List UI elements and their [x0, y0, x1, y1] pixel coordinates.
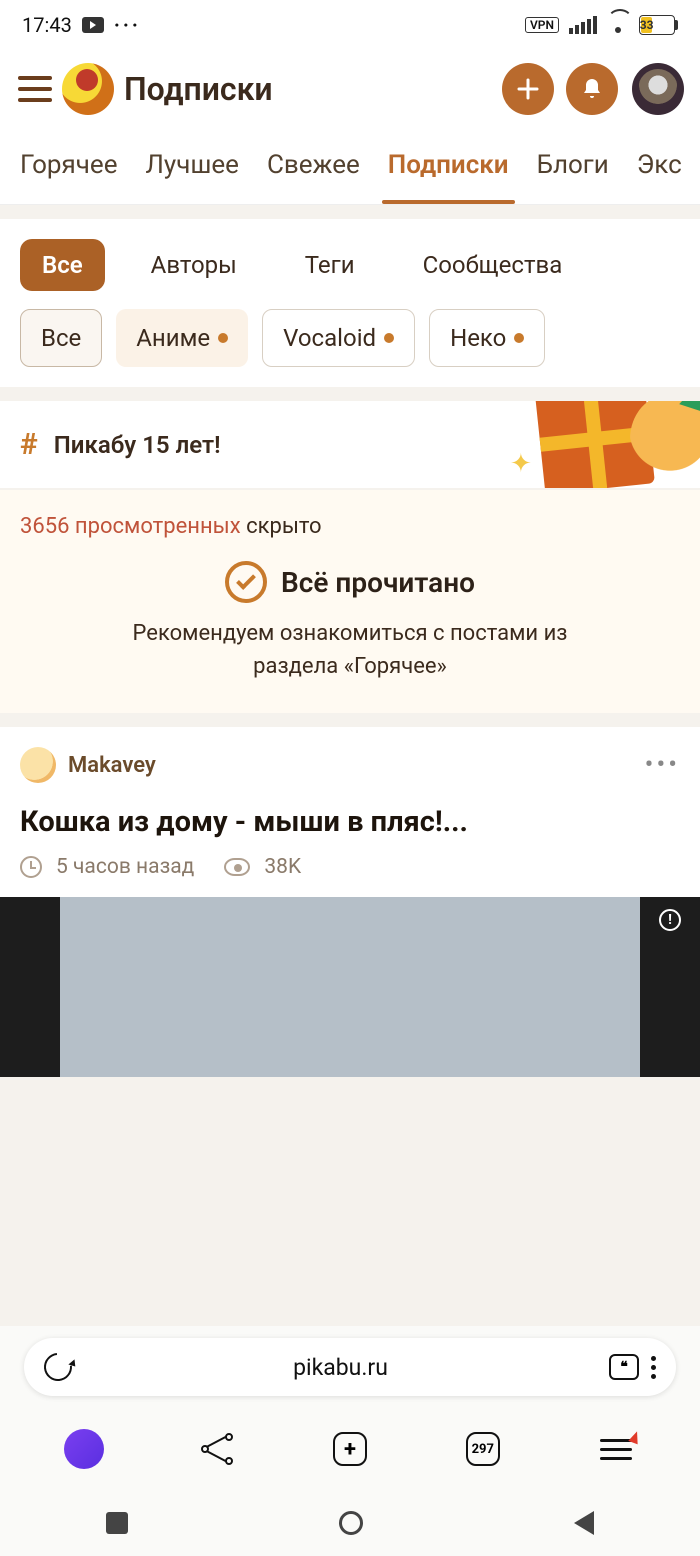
tab-best[interactable]: Лучшее [132, 128, 253, 204]
filter-communities[interactable]: Сообщества [401, 239, 585, 291]
tab-hot[interactable]: Горячее [6, 128, 132, 204]
recommend-text: Рекомендуем ознакомиться с постами из ра… [20, 617, 680, 683]
battery-indicator: 33 [639, 15, 678, 35]
tab-count-badge: 297 [466, 1432, 500, 1466]
browser-settings-button[interactable] [588, 1421, 644, 1477]
post-author-avatar[interactable] [20, 747, 56, 783]
tab-extra[interactable]: Экс [623, 128, 696, 204]
dot-icon [384, 333, 394, 343]
banner-text: Пикабу 15 лет! [54, 431, 221, 459]
viewed-block: 3656 просмотренных скрыто Всё прочитано … [0, 490, 700, 713]
done-text: Всё прочитано [281, 566, 475, 599]
post-title[interactable]: Кошка из дому - мыши в пляс!... [20, 805, 680, 839]
tab-fresh[interactable]: Свежее [253, 128, 374, 204]
gift-illustration: ✦ [540, 401, 700, 488]
add-button[interactable] [502, 63, 554, 115]
bell-icon [581, 77, 603, 101]
signal-icon [569, 16, 597, 34]
status-bar: 17:43 ··· VPN 33 [0, 0, 700, 50]
filter-authors[interactable]: Авторы [129, 239, 259, 291]
chip-vocaloid-label: Vocaloid [283, 324, 376, 352]
recent-apps-button[interactable] [106, 1512, 128, 1534]
share-button[interactable] [189, 1421, 245, 1477]
tab-blogs[interactable]: Блоги [523, 128, 623, 204]
post-meta: 5 часов назад 38K [20, 855, 680, 879]
alice-button[interactable] [56, 1421, 112, 1477]
chip-neko[interactable]: Неко [429, 309, 545, 367]
notifications-button[interactable] [566, 63, 618, 115]
plus-icon [517, 78, 539, 100]
post-views: 38K [264, 855, 301, 879]
anniversary-banner[interactable]: # Пикабу 15 лет! ✦ [0, 401, 700, 488]
clock-icon [20, 856, 42, 878]
address-url[interactable]: pikabu.ru [72, 1354, 609, 1381]
browser-menu-button[interactable] [651, 1356, 656, 1379]
dot-icon [218, 333, 228, 343]
chip-neko-label: Неко [450, 324, 506, 352]
eye-icon [224, 858, 250, 876]
menu-button[interactable] [8, 62, 62, 116]
browser-address-bar: pikabu.ru ❝ [0, 1326, 700, 1408]
share-icon [201, 1433, 233, 1465]
browser-bottom-nav: + 297 [0, 1408, 700, 1490]
address-pill[interactable]: pikabu.ru ❝ [24, 1338, 676, 1396]
dot-icon [514, 333, 524, 343]
viewed-line: 3656 просмотренных скрыто [20, 514, 680, 539]
chip-vocaloid[interactable]: Vocaloid [262, 309, 415, 367]
post-menu-button[interactable]: ••• [645, 750, 680, 780]
nav-tabs: Горячее Лучшее Свежее Подписки Блоги Экс [0, 128, 700, 205]
chip-all[interactable]: Все [20, 309, 102, 367]
reader-mode-icon[interactable]: ❝ [609, 1354, 639, 1380]
check-circle-icon [225, 561, 267, 603]
plus-square-icon: + [333, 1432, 367, 1466]
post-card: Makavey ••• Кошка из дому - мыши в пляс!… [0, 727, 700, 1077]
new-tab-button[interactable]: + [322, 1421, 378, 1477]
tabs-button[interactable]: 297 [455, 1421, 511, 1477]
menu-lines-icon [600, 1439, 632, 1460]
warning-icon[interactable]: ! [659, 909, 681, 931]
viewed-count: 3656 просмотренных [20, 514, 241, 539]
hash-icon: # [20, 427, 38, 462]
vpn-badge: VPN [525, 17, 559, 33]
viewed-hidden: скрыто [241, 514, 322, 539]
back-button[interactable] [574, 1511, 594, 1535]
wifi-icon [607, 17, 629, 33]
chip-anime[interactable]: Аниме [116, 309, 248, 367]
page-title: Подписки [124, 70, 490, 108]
filter-tags[interactable]: Теги [283, 239, 377, 291]
app-header: Подписки [0, 50, 700, 128]
youtube-icon [82, 17, 104, 33]
pikabu-logo[interactable] [62, 63, 114, 115]
filter-section: Все Авторы Теги Сообщества Все Аниме Voc… [0, 219, 700, 387]
system-nav-bar [0, 1490, 700, 1556]
post-author-name[interactable]: Makavey [68, 753, 633, 778]
home-button[interactable] [339, 1511, 363, 1535]
post-time: 5 часов назад [56, 855, 194, 879]
chip-anime-label: Аниме [136, 324, 210, 352]
tab-subscriptions[interactable]: Подписки [374, 128, 523, 204]
user-avatar[interactable] [632, 63, 684, 115]
post-media[interactable]: ! [0, 897, 700, 1077]
status-more-icon: ··· [114, 13, 141, 37]
filter-all[interactable]: Все [20, 239, 105, 291]
alice-icon [64, 1429, 104, 1469]
status-time: 17:43 [22, 13, 72, 37]
